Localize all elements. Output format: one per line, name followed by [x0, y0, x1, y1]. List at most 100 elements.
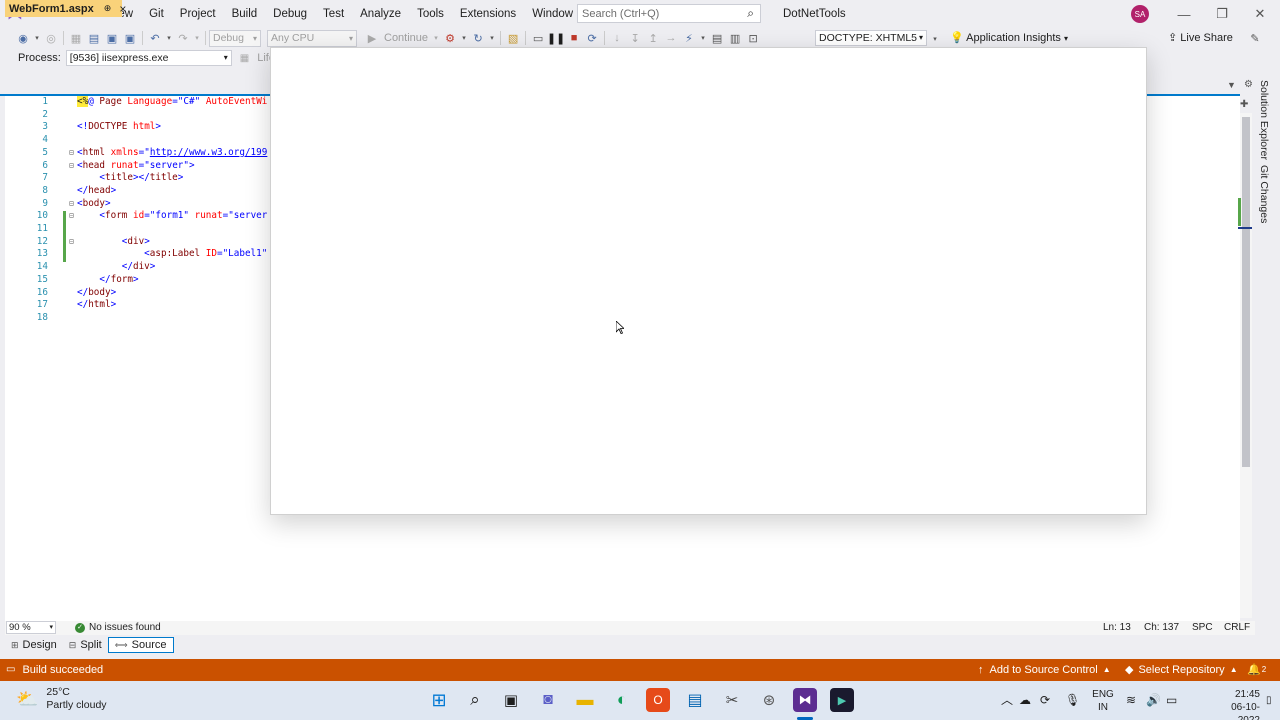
volume-icon[interactable]: 🔊 [1146, 681, 1161, 720]
validate-icon[interactable]: ⊡ [744, 29, 762, 47]
scrollbar-thumb[interactable] [1242, 117, 1250, 467]
step-out-icon[interactable]: ↥ [644, 29, 662, 47]
char-number[interactable]: Ch: 137 [1144, 621, 1179, 634]
zoom-select[interactable]: 90 % ▾ [6, 621, 56, 634]
toolbar-options-icon[interactable]: ▾ [930, 30, 940, 48]
store-icon[interactable]: ▤ [683, 688, 707, 712]
design-view-button[interactable]: ⊞ Design [5, 637, 63, 653]
chevron-down-icon[interactable]: ▾ [32, 29, 42, 47]
process-select[interactable]: [9536] iisexpress.exe ▾ [65, 50, 232, 66]
close-tab-icon[interactable]: × [119, 2, 126, 16]
format-icon[interactable]: ▥ [726, 29, 744, 47]
chevron-down-icon[interactable]: ▾ [487, 29, 497, 47]
collapse-icon[interactable]: ⊟ [69, 160, 74, 173]
search-input[interactable]: Search (Ctrl+Q) ⌕ [577, 4, 761, 23]
pin-icon[interactable]: ⊕ [104, 3, 112, 14]
line-number[interactable]: Ln: 13 [1103, 621, 1131, 634]
menu-test[interactable]: Test [315, 0, 352, 28]
layout-icon[interactable]: ▭ [529, 29, 547, 47]
show-next-statement-icon[interactable]: → [662, 29, 680, 47]
new-project-icon[interactable]: ▦ [67, 29, 85, 47]
pause-icon[interactable]: ❚❚ [547, 29, 565, 47]
vertical-scrollbar[interactable] [1238, 113, 1252, 618]
menu-window[interactable]: Window [524, 0, 581, 28]
chevron-down-icon[interactable]: ▾ [459, 29, 469, 47]
collapse-icon[interactable]: ⊟ [69, 198, 74, 211]
visual-studio-icon[interactable]: ⧓ [793, 688, 817, 712]
undo-icon[interactable]: ↶ [146, 29, 164, 47]
feedback-icon[interactable]: ✎ [1246, 29, 1264, 47]
notification-center-icon[interactable]: ▯ [1266, 681, 1272, 720]
save-icon[interactable]: ▣ [103, 29, 121, 47]
live-share-button[interactable]: ⇪ Live Share [1168, 28, 1233, 48]
line-ending[interactable]: CRLF [1224, 621, 1250, 634]
office-icon[interactable]: O [646, 688, 670, 712]
doctype-select[interactable]: DOCTYPE: XHTML5 ▾ [815, 30, 927, 46]
menu-tools[interactable]: Tools [409, 0, 452, 28]
show-hidden-icons-icon[interactable]: ︿ [1001, 681, 1013, 720]
menu-build[interactable]: Build [224, 0, 266, 28]
platform-select[interactable]: Any CPU ▾ [267, 29, 357, 47]
solution-explorer-tab[interactable]: Solution Explorer [1258, 80, 1270, 160]
chevron-down-icon[interactable]: ▾ [431, 29, 441, 47]
step-over-icon[interactable]: ↧ [626, 29, 644, 47]
browser-link-icon[interactable]: ⚙ [441, 29, 459, 47]
snipping-tool-icon[interactable]: ✂ [720, 688, 744, 712]
refresh-icon[interactable]: ↻ [469, 29, 487, 47]
split-view-button[interactable]: ⊟ Split [63, 637, 108, 653]
split-editor-icon[interactable]: ✚ [1240, 99, 1251, 111]
hot-reload-icon[interactable]: ⚡ [680, 29, 698, 47]
restart-icon[interactable]: ⟳ [583, 29, 601, 47]
navigate-back-icon[interactable]: ◉ [14, 29, 32, 47]
close-icon[interactable]: ✕ [1241, 0, 1279, 28]
terminal-icon[interactable]: ▶ [830, 688, 854, 712]
navigate-forward-icon[interactable]: ◎ [42, 29, 60, 47]
stop-icon[interactable]: ■ [565, 29, 583, 47]
collapse-icon[interactable]: ⊟ [69, 236, 74, 249]
weather-widget[interactable]: ⛅ 25°C Partly cloudy [16, 686, 107, 712]
chevron-down-icon[interactable]: ▾ [698, 29, 708, 47]
save-all-icon[interactable]: ▣ [121, 29, 139, 47]
publish-icon[interactable]: ▧ [504, 29, 522, 47]
language-indicator[interactable]: ENG IN [1092, 688, 1114, 714]
utility-app-icon[interactable]: ⊛ [757, 688, 781, 712]
collapse-icon[interactable]: ⊟ [69, 147, 74, 160]
select-repository-button[interactable]: ◆ Select Repository ▲ [1125, 659, 1238, 681]
menu-extensions[interactable]: Extensions [452, 0, 524, 28]
menu-project[interactable]: Project [172, 0, 224, 28]
search-icon[interactable]: ⌕ [463, 688, 487, 712]
step-into-icon[interactable]: ↓ [608, 29, 626, 47]
restore-icon[interactable]: ❐ [1203, 0, 1241, 28]
settings-icon[interactable]: ⚙ [1244, 79, 1253, 90]
application-insights-button[interactable]: 💡 Application Insights ▾ [950, 28, 1068, 49]
open-file-icon[interactable]: ▤ [85, 29, 103, 47]
blank-browser-window[interactable] [270, 47, 1147, 515]
document-icon[interactable]: ▤ [708, 29, 726, 47]
windows-start-icon[interactable]: ⊞ [427, 688, 451, 712]
file-explorer-icon[interactable]: ▬ [573, 688, 597, 712]
system-clock[interactable]: 21:45 06-10-2022 [1210, 688, 1260, 720]
wifi-icon[interactable]: ≋ [1126, 681, 1136, 720]
tab-list-dropdown-icon[interactable]: ▼ [1227, 80, 1236, 90]
git-changes-tab[interactable]: Git Changes [1258, 165, 1270, 223]
onedrive-icon[interactable]: ☁ [1019, 681, 1031, 720]
avatar[interactable]: SA [1131, 5, 1149, 23]
chevron-down-icon[interactable]: ▾ [192, 29, 202, 47]
minimize-icon[interactable]: — [1165, 0, 1203, 28]
menu-debug[interactable]: Debug [265, 0, 315, 28]
source-view-button[interactable]: ⟺ Source [107, 637, 174, 653]
sync-icon[interactable]: ⟳ [1040, 681, 1050, 720]
chat-icon[interactable]: ◙ [536, 688, 560, 712]
configuration-select[interactable]: Debug ▾ [209, 29, 261, 47]
whitespace-mode[interactable]: SPC [1192, 621, 1213, 634]
menu-git[interactable]: Git [141, 0, 172, 28]
add-to-source-control-button[interactable]: ↑ Add to Source Control ▲ [978, 659, 1111, 681]
continue-icon[interactable]: ▶ [363, 29, 381, 47]
issues-indicator[interactable]: ✓ No issues found [75, 621, 161, 634]
collapse-icon[interactable]: ⊟ [69, 210, 74, 223]
battery-icon[interactable]: ▭ [1166, 681, 1177, 720]
redo-icon[interactable]: ↷ [174, 29, 192, 47]
microphone-icon[interactable]: 🎙 [1065, 681, 1080, 720]
chevron-down-icon[interactable]: ▾ [164, 29, 174, 47]
continue-button[interactable]: Continue [381, 32, 431, 44]
